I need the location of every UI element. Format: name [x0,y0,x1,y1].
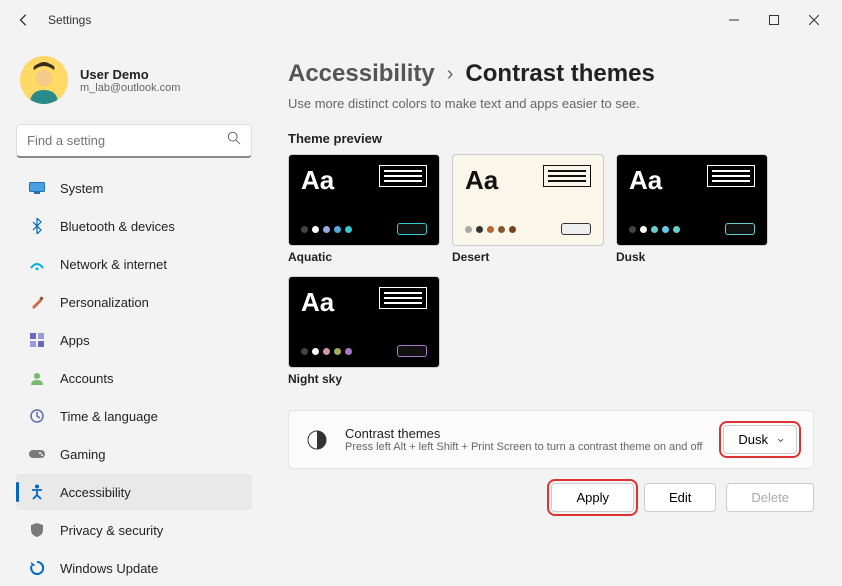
theme-sample-bars [707,165,755,187]
sidebar-item-bluetooth[interactable]: Bluetooth & devices [16,208,252,244]
theme-tile-night sky[interactable]: Aa [288,276,440,368]
theme-sample-bars [543,165,591,187]
back-button[interactable] [8,4,40,36]
window-title: Settings [48,13,91,27]
sidebar-item-network[interactable]: Network & internet [16,246,252,282]
theme-sample-button [725,223,755,235]
theme-tile-aquatic[interactable]: Aa [288,154,440,246]
sidebar-item-label: Apps [60,333,90,348]
contrast-themes-panel: Contrast themes Press left Alt + left Sh… [288,410,814,469]
sidebar-item-gaming[interactable]: Gaming [16,436,252,472]
sidebar-item-label: Accounts [60,371,113,386]
breadcrumb: Accessibility › Contrast themes [288,60,814,88]
sidebar-item-accessibility[interactable]: Accessibility [16,474,252,510]
system-icon [28,179,46,197]
theme-sample-text: Aa [465,165,498,196]
theme-sample-button [561,223,591,235]
panel-subtitle: Press left Alt + left Shift + Print Scre… [345,441,703,453]
close-button[interactable] [794,4,834,36]
breadcrumb-parent[interactable]: Accessibility [288,60,435,88]
privacy-icon [28,521,46,539]
sidebar-item-label: Personalization [60,295,149,310]
sidebar-item-apps[interactable]: Apps [16,322,252,358]
gaming-icon [28,445,46,463]
sidebar-item-system[interactable]: System [16,170,252,206]
contrast-icon [305,428,329,452]
sidebar-item-label: Windows Update [60,561,158,576]
sidebar-item-accounts[interactable]: Accounts [16,360,252,396]
personalization-icon [28,293,46,311]
theme-sample-text: Aa [629,165,662,196]
maximize-button[interactable] [754,4,794,36]
update-icon [28,559,46,577]
sidebar-item-label: System [60,181,103,196]
edit-button[interactable]: Edit [644,483,716,512]
theme-tile-desert[interactable]: Aa [452,154,604,246]
search-icon [227,131,241,150]
sidebar-item-label: Accessibility [60,485,131,500]
theme-name: Desert [452,250,604,264]
page-subtitle: Use more distinct colors to make text an… [288,96,814,111]
theme-name: Night sky [288,372,440,386]
theme-tile-dusk[interactable]: Aa [616,154,768,246]
theme-select[interactable]: Dusk [723,425,797,454]
theme-color-dots [629,226,680,233]
page-title: Contrast themes [465,60,654,88]
accessibility-icon [28,483,46,501]
theme-sample-button [397,345,427,357]
theme-color-dots [465,226,516,233]
theme-preview-label: Theme preview [288,131,814,146]
theme-select-value: Dusk [738,432,768,447]
sidebar-item-label: Network & internet [60,257,167,272]
accounts-icon [28,369,46,387]
apps-icon [28,331,46,349]
theme-sample-text: Aa [301,165,334,196]
time-icon [28,407,46,425]
sidebar-item-label: Privacy & security [60,523,163,538]
theme-name: Aquatic [288,250,440,264]
bluetooth-icon [28,217,46,235]
search-input[interactable] [27,133,227,148]
avatar [20,56,68,104]
theme-color-dots [301,348,352,355]
minimize-button[interactable] [714,4,754,36]
sidebar-item-privacy[interactable]: Privacy & security [16,512,252,548]
chevron-right-icon: › [447,63,454,86]
theme-color-dots [301,226,352,233]
apply-button[interactable]: Apply [551,483,634,512]
theme-sample-bars [379,287,427,309]
sidebar-item-label: Time & language [60,409,158,424]
user-name: User Demo [80,67,180,82]
sidebar-item-update[interactable]: Windows Update [16,550,252,586]
search-box[interactable] [16,124,252,158]
theme-sample-text: Aa [301,287,334,318]
theme-sample-button [397,223,427,235]
theme-sample-bars [379,165,427,187]
delete-button: Delete [726,483,814,512]
sidebar-item-label: Gaming [60,447,106,462]
theme-name: Dusk [616,250,768,264]
sidebar-item-time[interactable]: Time & language [16,398,252,434]
panel-title: Contrast themes [345,426,703,441]
network-icon [28,255,46,273]
sidebar-item-label: Bluetooth & devices [60,219,175,234]
user-email: m_lab@outlook.com [80,82,180,94]
sidebar-item-personalization[interactable]: Personalization [16,284,252,320]
user-profile[interactable]: User Demo m_lab@outlook.com [16,48,252,120]
